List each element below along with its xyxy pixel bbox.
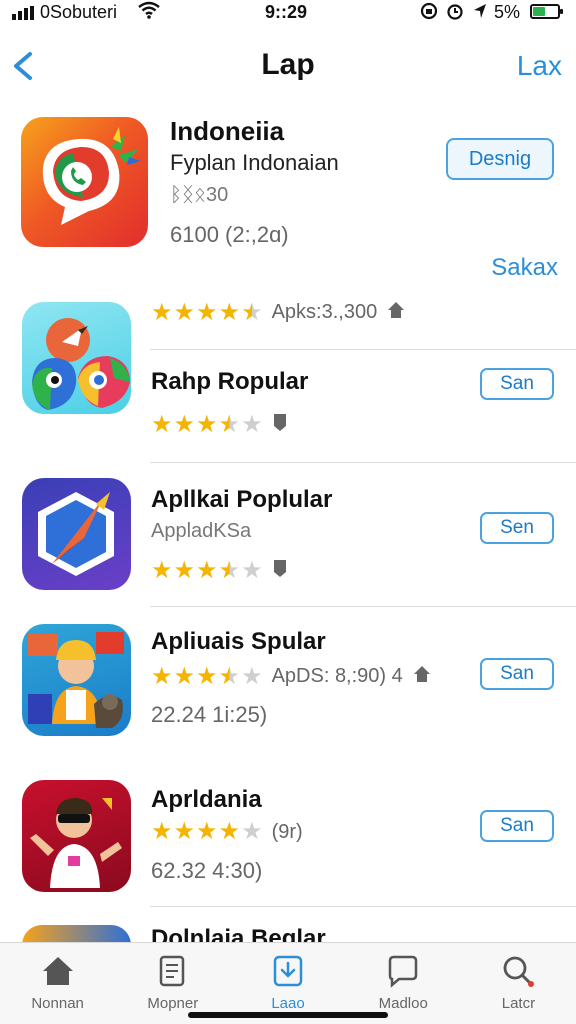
featured-app-date: 6100 (2:,2ɑ)	[170, 222, 289, 247]
tab-search[interactable]: Latcr	[461, 943, 576, 1024]
open-button[interactable]: San	[480, 810, 554, 842]
star-icon: ★	[173, 410, 196, 438]
star-icon: ★	[241, 662, 263, 690]
rating-count: ApDS: 8,:90) 4	[271, 665, 403, 687]
app-date: 22.24 1i:25)	[151, 702, 268, 727]
star-icon: ★	[173, 662, 196, 690]
app-name: Apliuais Spular	[151, 628, 326, 655]
carrier-name: 0Sobuteri	[40, 2, 118, 22]
navigation-bar: Lap Lax	[0, 40, 576, 96]
open-button[interactable]: San	[480, 658, 554, 690]
status-bar: 0Sobuteri 9::29 5%	[0, 0, 576, 26]
star-icon: ★	[151, 556, 173, 584]
star-icon: ★	[173, 556, 196, 584]
search-icon	[504, 956, 535, 987]
rating-stars: ★ ★ ★ ★ ★	[151, 558, 288, 583]
rating-stars: ★ ★ ★ ★ ★ ApDS: 8,:90) 4	[151, 664, 432, 689]
app-store-list-screen: 0Sobuteri 9::29 5% Lap Lax Indoneiia Fyp…	[0, 0, 576, 1024]
featured-app-meta: ᛒᛝᛟ30	[170, 184, 229, 206]
featured-app-subtitle: Fyplan Indonaian	[170, 150, 339, 175]
star-icon: ★	[196, 556, 218, 584]
star-icon: ★	[241, 410, 263, 438]
signal-icon	[12, 6, 34, 20]
star-icon: ★	[241, 298, 263, 326]
star-icon: ★	[218, 662, 241, 690]
tab-label: Madloo	[378, 995, 428, 1012]
app-subtitle: AppladKSa	[151, 520, 252, 542]
nav-right-button[interactable]: Lax	[517, 50, 562, 82]
open-button[interactable]: Sen	[480, 512, 554, 544]
tab-home[interactable]: Nonnan	[0, 943, 115, 1024]
document-icon	[159, 955, 185, 987]
see-all-link[interactable]: Sakax	[491, 254, 558, 282]
app-name: Aprldania	[151, 786, 262, 813]
star-icon: ★	[196, 818, 218, 845]
app-icon-character	[22, 624, 131, 736]
badge-icon	[272, 558, 288, 583]
star-icon: ★	[218, 818, 241, 845]
location-icon	[472, 2, 488, 25]
list-item[interactable]: Apliuais Spular ★ ★ ★ ★ ★ ApDS: 8,:90) 4 22.…	[0, 622, 576, 752]
house-icon	[42, 957, 73, 985]
tab-label: Mopner	[147, 995, 199, 1012]
star-icon: ★	[151, 818, 173, 845]
star-icon: ★	[151, 410, 173, 438]
rating-count: Apks:3.,300	[271, 301, 378, 323]
star-icon: ★	[173, 298, 196, 326]
star-icon: ★	[196, 662, 218, 690]
tab-label: Latcr	[501, 995, 536, 1012]
app-icon-birds	[22, 302, 131, 414]
alarm-icon	[446, 2, 464, 25]
divider	[150, 349, 576, 350]
house-small-icon	[412, 664, 432, 689]
featured-app-icon	[21, 117, 148, 247]
star-icon: ★	[196, 298, 218, 326]
page-title: Lap	[261, 48, 315, 81]
divider	[150, 906, 576, 907]
star-icon: ★	[241, 556, 263, 584]
house-small-icon	[386, 300, 406, 325]
download-icon	[273, 955, 303, 987]
app-name: Rahp Ropular	[151, 368, 309, 395]
badge-icon	[272, 412, 288, 437]
rating-count: (9r)	[271, 820, 303, 843]
star-icon: ★	[241, 818, 263, 845]
star-icon: ★	[151, 662, 173, 690]
star-icon: ★	[173, 818, 196, 845]
battery-icon	[530, 4, 563, 19]
status-time: 9::29	[265, 2, 308, 22]
app-date: 62.32 4:30)	[151, 858, 263, 883]
wifi-icon	[138, 1, 160, 24]
star-icon: ★	[218, 556, 241, 584]
battery-percent: 5%	[494, 2, 521, 22]
divider	[150, 606, 576, 607]
app-name: Apllkai Poplular	[151, 486, 333, 513]
star-icon: ★	[151, 298, 173, 326]
chat-bubble-icon	[388, 955, 418, 988]
open-button[interactable]: San	[480, 368, 554, 400]
divider	[150, 462, 576, 463]
lock-rotation-icon	[420, 2, 438, 25]
tab-label: Laao	[271, 995, 305, 1012]
featured-app[interactable]: Indoneiia Fyplan Indonaian ᛒᛝᛟ30 6100 (2…	[0, 110, 576, 290]
star-icon: ★	[218, 410, 241, 438]
status-icons	[420, 2, 488, 25]
app-icon-compass	[22, 478, 131, 590]
app-icon-person	[22, 780, 131, 892]
list-item[interactable]: ★ ★ ★ ★ ★ Apks:3.,300 Rahp Ropular ★ ★ ★ ★ ★ San	[0, 300, 576, 460]
tab-label: Nonnan	[31, 995, 84, 1012]
list-item[interactable]: Apllkai Poplular AppladKSa ★ ★ ★ ★ ★ Sen	[0, 478, 576, 598]
rating-stars: ★ ★ ★ ★ ★ (9r)	[151, 820, 303, 844]
rating-stars: ★ ★ ★ ★ ★	[151, 412, 288, 437]
home-indicator	[188, 1012, 388, 1018]
featured-app-name: Indoneiia	[170, 116, 285, 146]
star-icon: ★	[196, 410, 218, 438]
rating-stars: ★ ★ ★ ★ ★ Apks:3.,300	[151, 300, 406, 325]
list-item[interactable]: Aprldania ★ ★ ★ ★ ★ (9r) 62.32 4:30) San	[0, 778, 576, 898]
star-icon: ★	[218, 298, 241, 326]
get-button[interactable]: Desnig	[446, 138, 554, 180]
